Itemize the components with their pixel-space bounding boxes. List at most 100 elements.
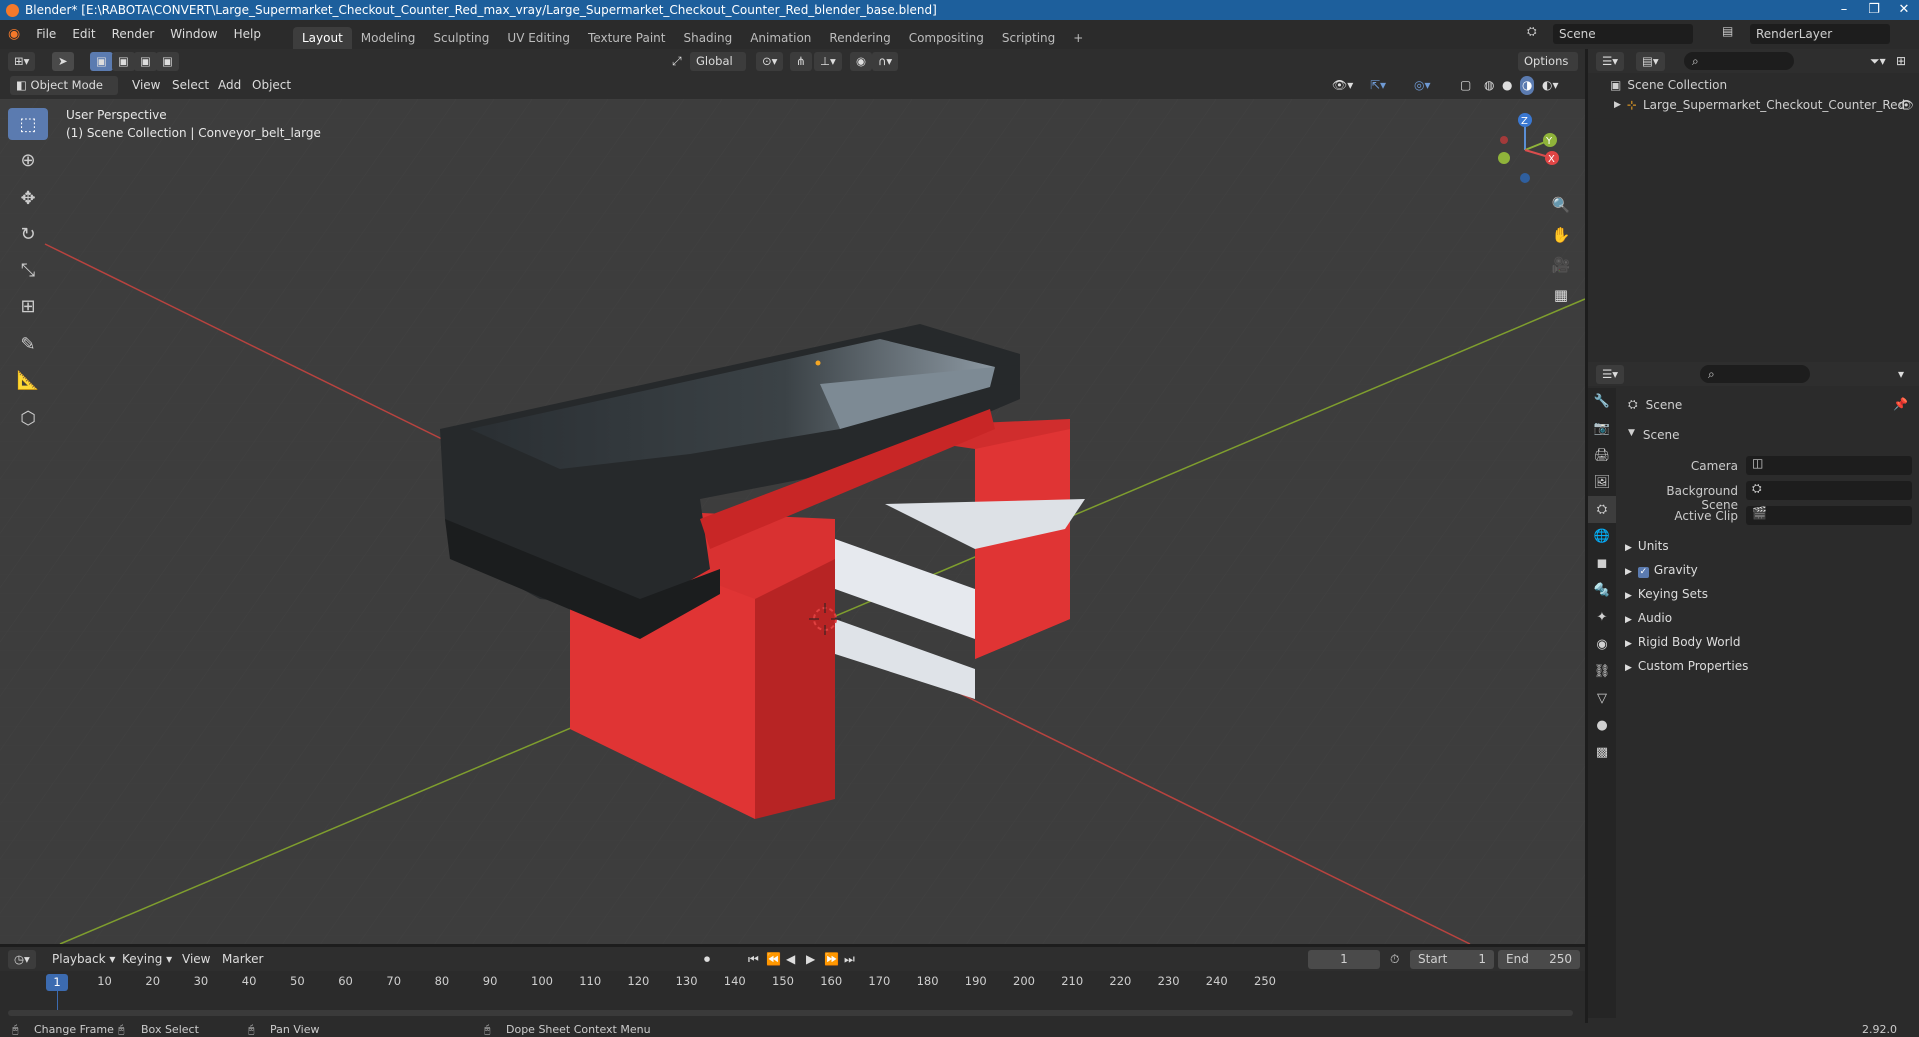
modifier-tab-icon[interactable]: 🔩 xyxy=(1588,577,1616,604)
menu-add[interactable]: Add xyxy=(218,76,241,95)
select-mode-new-icon[interactable]: ▣ xyxy=(90,52,113,71)
rotate-tool-icon[interactable]: ↻ xyxy=(8,218,48,250)
transform-orientation-dropdown[interactable]: Global xyxy=(690,52,746,71)
blender-menu-icon[interactable]: ◉ xyxy=(0,20,28,49)
add-cube-tool-icon[interactable]: ⬡ xyxy=(8,402,48,434)
tab-modeling[interactable]: Modeling xyxy=(352,27,425,49)
end-frame-field[interactable]: End 250 xyxy=(1498,950,1580,969)
current-frame-field[interactable]: 1 xyxy=(1308,950,1380,969)
outliner-display-mode-icon[interactable]: ▤▾ xyxy=(1636,52,1665,71)
camera-view-icon[interactable]: 🎥 xyxy=(1548,252,1574,278)
object-tab-icon[interactable]: ◼ xyxy=(1588,550,1616,577)
zoom-icon[interactable]: 🔍 xyxy=(1548,192,1574,218)
background-scene-field[interactable]: ⛭ xyxy=(1746,481,1912,500)
view-layer-tab-icon[interactable]: 🖼 xyxy=(1588,469,1616,496)
measure-tool-icon[interactable]: 📐 xyxy=(8,364,48,396)
subpanel-audio[interactable]: ▶ Audio xyxy=(1625,611,1672,625)
solid-shading-icon[interactable]: ● xyxy=(1502,76,1512,95)
outliner-row-scene-collection[interactable]: ▣ Scene Collection xyxy=(1610,78,1727,92)
menu-marker[interactable]: Marker xyxy=(222,950,263,969)
camera-field[interactable]: ◫ xyxy=(1746,456,1912,475)
render-tab-icon[interactable]: 📷 xyxy=(1588,415,1616,442)
move-tool-icon[interactable]: ✥ xyxy=(8,182,48,214)
menu-select[interactable]: Select xyxy=(172,76,209,95)
tab-compositing[interactable]: Compositing xyxy=(900,27,993,49)
subpanel-custom-properties[interactable]: ▶ Custom Properties xyxy=(1625,659,1748,673)
visibility-icon[interactable]: 👁▾ xyxy=(1332,76,1353,95)
menu-playback[interactable]: Playback ▾ xyxy=(52,950,115,969)
properties-search-input[interactable]: ⌕ xyxy=(1700,365,1810,383)
cursor-tool-icon[interactable]: ⊕ xyxy=(8,144,48,176)
tab-animation[interactable]: Animation xyxy=(741,27,820,49)
jump-keyframe-back-icon[interactable]: ⏪ xyxy=(766,950,781,969)
new-collection-icon[interactable]: ⊞ xyxy=(1896,52,1906,71)
tab-sculpting[interactable]: Sculpting xyxy=(424,27,498,49)
outliner-search-input[interactable]: ⌕ xyxy=(1684,52,1794,70)
menu-window[interactable]: Window xyxy=(162,20,225,49)
transform-tool-icon[interactable]: ⊞ xyxy=(8,290,48,322)
tab-texture-paint[interactable]: Texture Paint xyxy=(579,27,674,49)
eye-visibility-icon[interactable]: 👁 xyxy=(1899,98,1914,112)
subpanel-keying-sets[interactable]: ▶ Keying Sets xyxy=(1625,587,1708,601)
timeline-editor-type-icon[interactable]: ◷▾ xyxy=(8,950,36,969)
scene-panel-header[interactable]: ▼ Scene xyxy=(1628,428,1680,442)
menu-keying[interactable]: Keying ▾ xyxy=(122,950,172,969)
menu-edit[interactable]: Edit xyxy=(64,20,103,49)
auto-keying-icon[interactable]: ⏺ xyxy=(704,950,710,969)
select-mode-subtract-icon[interactable]: ▣ xyxy=(134,52,157,71)
outliner-editor-type-icon[interactable]: ☰▾ xyxy=(1596,52,1625,71)
filter-icon[interactable]: ⏷▾ xyxy=(1870,52,1886,71)
jump-end-icon[interactable]: ⏭ xyxy=(844,950,855,969)
jump-keyframe-forward-icon[interactable]: ⏩ xyxy=(824,950,839,969)
material-shading-icon[interactable]: ◑ xyxy=(1520,76,1535,95)
select-mode-extend-icon[interactable]: ▣ xyxy=(112,52,135,71)
scale-tool-icon[interactable]: ⤡ xyxy=(8,254,48,286)
snap-icon[interactable]: ⋔ xyxy=(790,52,812,71)
options-dropdown[interactable]: Options xyxy=(1518,52,1578,71)
editor-type-icon[interactable]: ⊞▾ xyxy=(8,52,36,71)
3d-viewport[interactable] xyxy=(0,99,1585,944)
tab-rendering[interactable]: Rendering xyxy=(820,27,899,49)
output-tab-icon[interactable]: 🖨 xyxy=(1588,442,1616,469)
annotate-tool-icon[interactable]: ✎ xyxy=(8,328,48,360)
world-tab-icon[interactable]: 🌐 xyxy=(1588,523,1616,550)
close-icon[interactable]: ✕ xyxy=(1889,0,1919,20)
pivot-point-icon[interactable]: ⊙▾ xyxy=(756,52,784,71)
properties-options-icon[interactable]: ▾ xyxy=(1898,365,1904,384)
gravity-checkbox[interactable]: ✓ xyxy=(1637,567,1649,578)
scene-tab-icon[interactable]: ⛭ xyxy=(1588,496,1616,523)
timeline-ruler[interactable]: 10 20 30 40 50 60 70 80 90 100 110 120 130 140 150 160 1… xyxy=(0,971,1585,993)
start-frame-field[interactable]: Start 1 xyxy=(1410,950,1494,969)
physics-tab-icon[interactable]: ◉ xyxy=(1588,631,1616,658)
tab-layout[interactable]: Layout xyxy=(292,27,352,49)
proportional-falloff-icon[interactable]: ∩▾ xyxy=(872,52,899,71)
pin-icon[interactable]: 📌 xyxy=(1893,397,1908,411)
tab-scripting[interactable]: Scripting xyxy=(993,27,1064,49)
preview-range-icon[interactable]: ⏱ xyxy=(1390,950,1399,969)
menu-timeline-view[interactable]: View xyxy=(182,950,210,969)
render-layer-field[interactable]: RenderLayer xyxy=(1750,24,1890,44)
constraints-tab-icon[interactable]: ⛓ xyxy=(1588,658,1616,685)
mode-dropdown[interactable]: ◧ Object Mode ▾ xyxy=(10,76,118,111)
minimize-icon[interactable]: – xyxy=(1829,0,1859,20)
select-box-tool-icon[interactable]: ⬚ xyxy=(8,108,48,140)
tab-shading[interactable]: Shading xyxy=(674,27,741,49)
navigation-gizmo[interactable]: Z Y X xyxy=(1490,110,1560,185)
play-icon[interactable]: ▶ xyxy=(806,950,815,969)
select-tool-icon[interactable]: ➤ xyxy=(52,52,74,71)
subpanel-gravity[interactable]: ▶ ✓ Gravity xyxy=(1625,563,1698,578)
play-reverse-icon[interactable]: ◀ xyxy=(786,950,795,969)
select-mode-intersect-icon[interactable]: ▣ xyxy=(156,52,179,71)
menu-help[interactable]: Help xyxy=(226,20,269,49)
xray-icon[interactable]: ▢ xyxy=(1460,76,1471,95)
timeline-scrollbar[interactable] xyxy=(8,1010,1573,1016)
menu-view[interactable]: View xyxy=(132,76,160,95)
maximize-icon[interactable]: ❐ xyxy=(1859,0,1889,20)
active-clip-field[interactable]: 🎬 xyxy=(1746,506,1912,525)
add-workspace-icon[interactable]: + xyxy=(1064,27,1092,49)
outliner-row-object[interactable]: ▶ ⊹ Large_Supermarket_Checkout_Counter_R… xyxy=(1614,98,1914,112)
ortho-grid-icon[interactable]: ▦ xyxy=(1548,282,1574,308)
pan-hand-icon[interactable]: ✋ xyxy=(1548,222,1574,248)
data-tab-icon[interactable]: ▽ xyxy=(1588,685,1616,712)
subpanel-units[interactable]: ▶ Units xyxy=(1625,539,1669,553)
